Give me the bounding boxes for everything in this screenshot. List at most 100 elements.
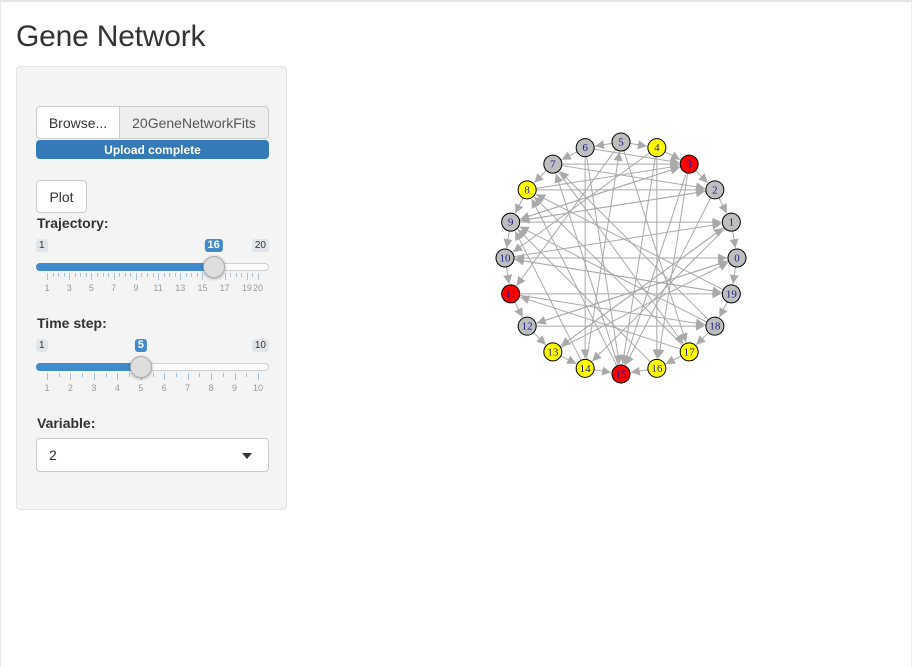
network-node: 18 xyxy=(705,316,725,336)
trajectory-tick xyxy=(108,273,110,277)
trajectory-tick xyxy=(241,273,243,277)
file-name-field[interactable]: 20GeneNetworkFits xyxy=(120,106,269,139)
trajectory-tick xyxy=(180,273,182,280)
network-edge xyxy=(535,259,728,324)
time_step-tick xyxy=(211,373,213,380)
trajectory-tick-label: 9 xyxy=(133,283,139,293)
trajectory-tick xyxy=(185,273,187,277)
network-node: 14 xyxy=(575,358,595,378)
node-label: 1 xyxy=(729,217,735,229)
trajectory-tick xyxy=(96,273,98,277)
time_step-tick-label: 1 xyxy=(44,383,50,393)
network-node: 3 xyxy=(679,154,699,174)
time_step-tick-label: 10 xyxy=(252,383,264,393)
trajectory-tick xyxy=(74,273,76,277)
network-edge xyxy=(503,266,513,285)
time_step-tick xyxy=(47,373,48,380)
time_step-tick-label: 9 xyxy=(232,383,238,393)
time-step-slider[interactable]: 1 10 1 2 3 4 5 6 7 8 9 10 5 xyxy=(36,339,269,399)
page-title: Gene Network xyxy=(16,20,206,53)
network-node: 17 xyxy=(679,342,699,362)
trajectory-label: Trajectory: xyxy=(37,215,109,231)
time_step-tick-label: 6 xyxy=(161,383,167,393)
trajectory-fill xyxy=(36,263,214,271)
network-edge xyxy=(695,332,709,346)
node-label: 0 xyxy=(734,253,740,265)
network-edge xyxy=(718,197,728,214)
plot-button[interactable]: Plot xyxy=(36,180,87,213)
trajectory-tick xyxy=(52,273,54,277)
network-node: 11 xyxy=(501,284,521,304)
network-edge xyxy=(520,190,707,224)
trajectory-handle[interactable] xyxy=(202,256,225,278)
time_step-tick xyxy=(175,373,177,377)
time_step-tick-label: 2 xyxy=(67,383,73,393)
node-label: 10 xyxy=(500,253,512,265)
node-label: 3 xyxy=(686,159,692,171)
network-edge xyxy=(514,256,723,293)
network-node: 0 xyxy=(727,248,747,268)
network-edge xyxy=(665,355,682,365)
network-edge xyxy=(514,197,524,214)
time_step-tick-label: 8 xyxy=(208,383,214,393)
trajectory-tick xyxy=(69,273,71,280)
network-edge xyxy=(630,366,649,376)
variable-selected-value: 2 xyxy=(49,447,57,463)
network-node: 16 xyxy=(647,358,667,378)
network-edge xyxy=(729,266,739,285)
network-edge xyxy=(514,301,524,318)
time_step-max-label: 10 xyxy=(251,339,269,352)
node-label: 15 xyxy=(616,369,628,381)
time_step-tick xyxy=(58,373,60,377)
network-node: 6 xyxy=(575,138,595,158)
trajectory-tick xyxy=(258,273,259,280)
variable-select[interactable]: 2 xyxy=(36,438,269,472)
network-node: 19 xyxy=(721,284,741,304)
time_step-tick xyxy=(70,373,72,380)
time_step-tick xyxy=(82,373,84,377)
network-node: 5 xyxy=(611,132,631,152)
node-label: 9 xyxy=(508,217,514,229)
network-edge xyxy=(560,355,577,365)
trajectory-tick xyxy=(63,273,65,277)
trajectory-tick-label: 20 xyxy=(252,283,264,293)
node-label: 19 xyxy=(726,288,738,300)
time_step-handle[interactable] xyxy=(129,356,152,378)
time_step-min-label: 1 xyxy=(36,339,48,352)
time_step-tick xyxy=(164,373,166,380)
variable-label: Variable: xyxy=(37,415,96,431)
trajectory-max-label: 20 xyxy=(251,239,269,252)
trajectory-tick-label: 1 xyxy=(44,283,50,293)
trajectory-tick-label: 13 xyxy=(175,283,186,293)
trajectory-tick xyxy=(224,273,226,280)
trajectory-tick-label: 5 xyxy=(88,283,94,293)
trajectory-tick xyxy=(196,273,198,277)
network-edge xyxy=(503,230,513,249)
trajectory-tick-label: 7 xyxy=(111,283,117,293)
trajectory-tick xyxy=(191,273,193,277)
time_step-tick xyxy=(105,373,107,377)
node-label: 18 xyxy=(709,321,721,333)
node-label: 17 xyxy=(684,346,696,358)
trajectory-tick xyxy=(113,273,115,280)
trajectory-tick xyxy=(58,273,60,277)
time_step-tick xyxy=(222,373,224,377)
time_step-tick xyxy=(258,373,259,380)
network-edge xyxy=(554,173,619,366)
trajectory-tick xyxy=(124,273,126,277)
trajectory-tick-label: 15 xyxy=(197,283,208,293)
network-node: 13 xyxy=(543,342,563,362)
time_step-tick xyxy=(187,373,189,380)
network-node: 1 xyxy=(721,212,741,232)
time_step-fill xyxy=(36,363,141,371)
network-edge xyxy=(586,156,623,365)
upload-progress-bar: Upload complete xyxy=(36,140,269,159)
browse-button[interactable]: Browse... xyxy=(36,106,120,139)
network-plot: 0 1 2 3 4 5 6 7 8 9 10 11 12 13 14 15 16 17 18 19 xyxy=(480,120,770,400)
network-edge xyxy=(591,228,726,362)
trajectory-slider[interactable]: 1 20 1 3 5 7 9 11 13 15 17 19 20 16 xyxy=(36,239,269,299)
node-label: 14 xyxy=(580,363,592,375)
network-edge xyxy=(629,140,648,150)
time_step-tick-label: 3 xyxy=(91,383,97,393)
node-label: 6 xyxy=(582,142,588,154)
